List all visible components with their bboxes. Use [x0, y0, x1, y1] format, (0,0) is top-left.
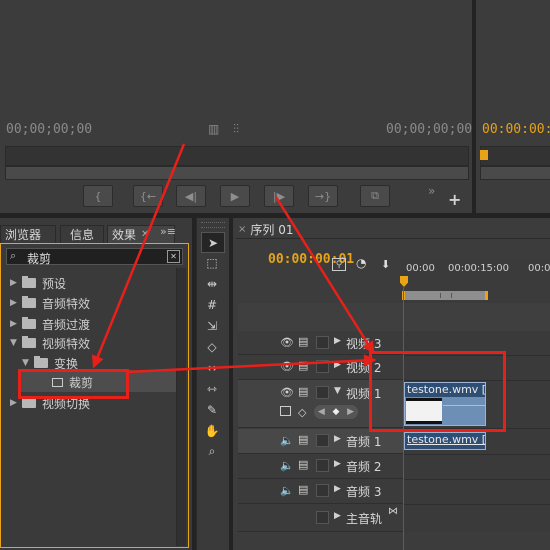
- arrow-effect-to-clip: [125, 354, 377, 374]
- annotation-arrows: [91, 143, 377, 374]
- arrow-source-to-effect: [91, 143, 186, 369]
- arrow-source-to-clip: [274, 196, 375, 355]
